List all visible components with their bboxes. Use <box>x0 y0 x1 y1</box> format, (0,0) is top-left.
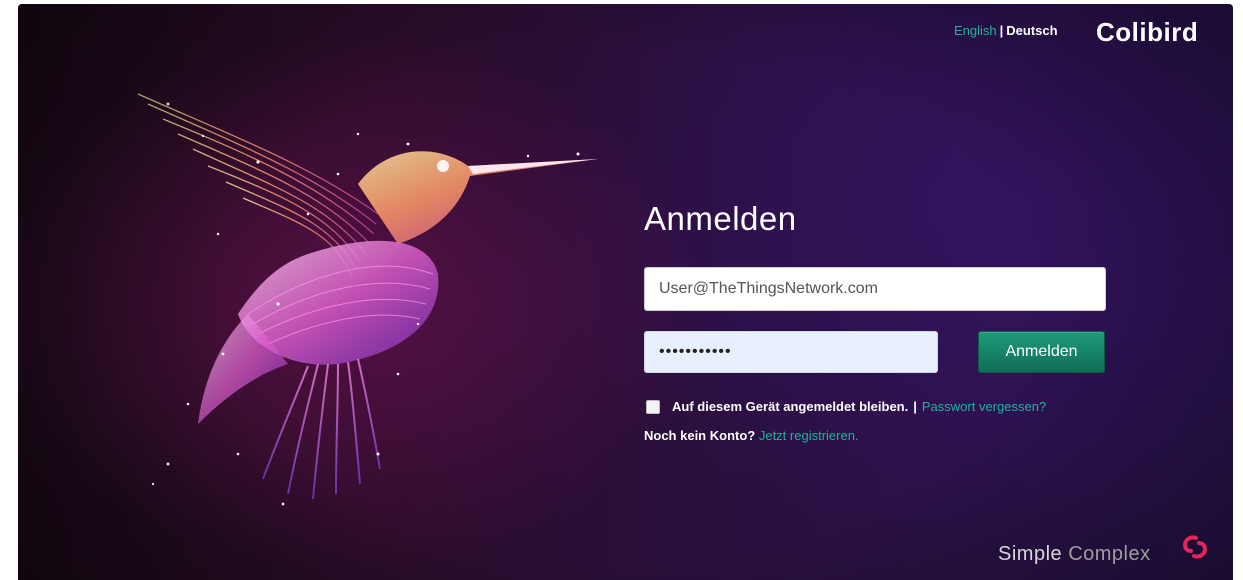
remember-checkbox[interactable] <box>646 399 660 414</box>
forgot-password-link[interactable]: Passwort vergessen? <box>922 399 1046 414</box>
language-switcher: English | Deutsch <box>954 23 1058 38</box>
hummingbird-illustration <box>137 93 598 506</box>
remember-label: Auf diesem Gerät angemeldet bleiben. <box>672 399 909 414</box>
lang-deutsch-link[interactable]: Deutsch <box>1006 23 1057 38</box>
login-background: English|Deutsch Colibird Anmelden Anmeld… <box>18 4 1233 580</box>
remember-separator: | <box>913 399 917 414</box>
login-title: Anmelden <box>644 200 797 237</box>
footer-brand-complex: Complex <box>1068 543 1151 565</box>
email-field[interactable] <box>644 267 1106 311</box>
password-field[interactable] <box>644 331 938 373</box>
lang-separator: | <box>999 23 1004 38</box>
lang-english-link[interactable]: English <box>954 23 997 38</box>
login-button[interactable]: Anmelden <box>978 331 1105 373</box>
register-link[interactable]: Jetzt registrieren. <box>759 428 859 443</box>
brand-logo: Colibird <box>1096 17 1199 47</box>
footer-brand: Simple Complex <box>998 543 1151 566</box>
simple-complex-logo-icon <box>1182 535 1208 559</box>
footer-brand-simple: Simple <box>998 543 1063 565</box>
remember-row: Auf diesem Gerät angemeldet bleiben. | P… <box>646 399 1046 414</box>
no-account-label: Noch kein Konto? <box>644 428 756 443</box>
register-row: Noch kein Konto? Jetzt registrieren. <box>644 428 859 443</box>
